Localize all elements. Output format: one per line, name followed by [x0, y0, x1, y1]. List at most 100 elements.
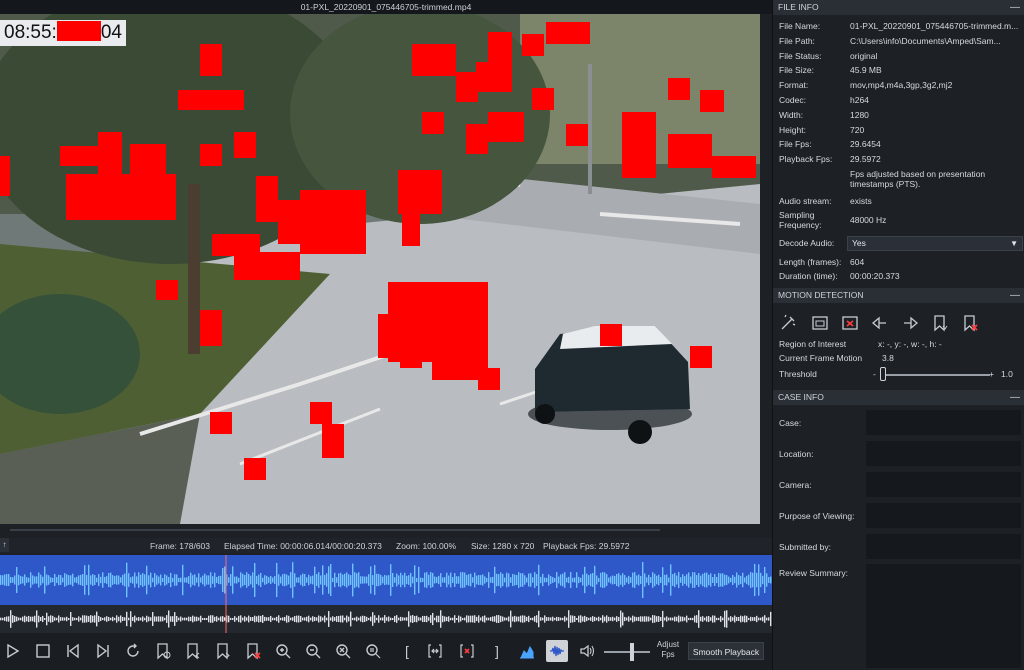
waveform-bar	[122, 616, 124, 622]
video-scrollbar[interactable]	[760, 14, 772, 524]
zoom-actual-button[interactable]	[362, 640, 384, 662]
loop-button[interactable]	[122, 640, 144, 662]
file-info-label: Playback Fps:	[779, 154, 833, 165]
submitted-by-field[interactable]	[866, 534, 1021, 559]
waveform-bar	[604, 572, 606, 588]
waveform-bar	[100, 576, 102, 584]
prev-bookmark-button[interactable]	[182, 640, 204, 662]
video-frame[interactable]	[0, 14, 760, 524]
waveform-bar	[266, 575, 268, 585]
waveform-bar	[504, 617, 506, 621]
collapse-icon[interactable]: —	[1010, 390, 1020, 405]
waveform-bar	[390, 617, 392, 621]
camera-field[interactable]	[866, 472, 1021, 497]
file-info-value: original	[850, 50, 878, 61]
waveform-bar	[452, 577, 454, 583]
audio-button[interactable]	[576, 640, 598, 662]
motion-detection-header[interactable]: MOTION DETECTION —	[773, 288, 1024, 303]
waveform-bar	[284, 573, 286, 587]
waveform-bar	[342, 615, 344, 623]
timeline-track[interactable]	[10, 529, 660, 531]
fps-slider-handle[interactable]	[630, 643, 634, 661]
fps-note: Fps adjusted based on presentation times…	[850, 169, 986, 189]
waveform-bar	[566, 617, 568, 621]
waveform-bar	[398, 617, 400, 621]
first-frame-button[interactable]	[62, 640, 84, 662]
roi-select-button[interactable]	[809, 312, 831, 334]
collapse-icon[interactable]: —	[1010, 288, 1020, 303]
last-frame-button[interactable]	[92, 640, 114, 662]
collapse-icon[interactable]: —	[1010, 0, 1020, 15]
waveform-bar	[230, 617, 232, 621]
waveform-bar	[630, 577, 632, 583]
review-summary-field[interactable]	[866, 564, 1021, 668]
waveform-bar	[486, 577, 488, 583]
waveform-bar	[734, 576, 736, 584]
file-info-value: 29.6454	[850, 139, 881, 150]
case-info-header[interactable]: CASE INFO —	[773, 390, 1024, 405]
waveform-bar	[656, 616, 658, 622]
waveform-bar	[724, 610, 726, 628]
go-to-range-button[interactable]	[424, 640, 446, 662]
motion-bookmark-button[interactable]	[929, 312, 951, 334]
bookmark-prev-icon	[187, 643, 200, 660]
waveform-bar	[358, 617, 360, 621]
waveform-bar	[166, 575, 168, 585]
audio-waveform[interactable]	[0, 553, 772, 633]
zoom-out-button[interactable]	[302, 640, 324, 662]
waveform-bar	[672, 574, 674, 586]
waveform-bar	[462, 617, 464, 621]
smooth-playback-button[interactable]: Smooth Playback	[688, 642, 764, 660]
next-motion-button[interactable]	[899, 312, 921, 334]
waveform-bar	[636, 575, 638, 585]
case-field[interactable]	[866, 410, 1021, 435]
waveform-bar	[52, 577, 54, 583]
threshold-slider-handle[interactable]	[880, 367, 887, 381]
waveform-bar	[424, 615, 426, 623]
waveform-bar	[308, 574, 310, 586]
stop-button[interactable]	[32, 640, 54, 662]
location-field[interactable]	[866, 441, 1021, 466]
next-bookmark-button[interactable]	[212, 640, 234, 662]
waveform-bar	[622, 573, 624, 587]
timeline-scrubber[interactable]	[0, 524, 772, 538]
motion-wand-button[interactable]	[777, 312, 799, 334]
waveform-bar	[552, 616, 554, 622]
waveform-bar	[324, 615, 326, 623]
zoom-in-button[interactable]	[272, 640, 294, 662]
bookmark-add-icon	[157, 643, 171, 660]
waveform-bar	[254, 563, 256, 597]
waveform-toggle-button[interactable]	[546, 640, 568, 662]
set-in-point-button[interactable]: [	[396, 640, 418, 662]
prev-motion-button[interactable]	[869, 312, 891, 334]
waveform-bar	[244, 574, 246, 586]
fps-slider-track[interactable]	[604, 651, 650, 653]
waveform-bar	[640, 575, 642, 585]
zoom-fit-button[interactable]	[332, 640, 354, 662]
decode-audio-select[interactable]: Yes ▼	[847, 236, 1023, 251]
roi-clear-button[interactable]	[839, 312, 861, 334]
waveform-bar	[568, 576, 570, 584]
threshold-slider-track[interactable]	[880, 374, 990, 376]
set-out-point-button[interactable]: ]	[486, 640, 508, 662]
play-button[interactable]	[2, 640, 24, 662]
waveform-bar	[106, 576, 108, 584]
waveform-bar	[56, 617, 58, 621]
waveform-bar	[596, 617, 598, 621]
waveform-bar	[146, 565, 148, 595]
waveform-bar	[240, 572, 242, 588]
add-bookmark-button[interactable]	[152, 640, 174, 662]
waveform-bar	[288, 615, 290, 623]
purpose-field[interactable]	[866, 503, 1021, 528]
waveform-bar	[536, 615, 538, 623]
clear-range-button[interactable]	[456, 640, 478, 662]
waveform-bar	[6, 574, 8, 586]
collapse-panel-button[interactable]: ↑	[0, 538, 9, 552]
waveform-bar	[92, 574, 94, 586]
chart-view-button[interactable]	[516, 640, 538, 662]
remove-bookmark-button[interactable]	[242, 640, 264, 662]
waveform-bar	[316, 574, 318, 586]
waveform-bar	[346, 572, 348, 588]
motion-bookmark-remove-button[interactable]	[959, 312, 981, 334]
file-info-header[interactable]: FILE INFO —	[773, 0, 1024, 15]
